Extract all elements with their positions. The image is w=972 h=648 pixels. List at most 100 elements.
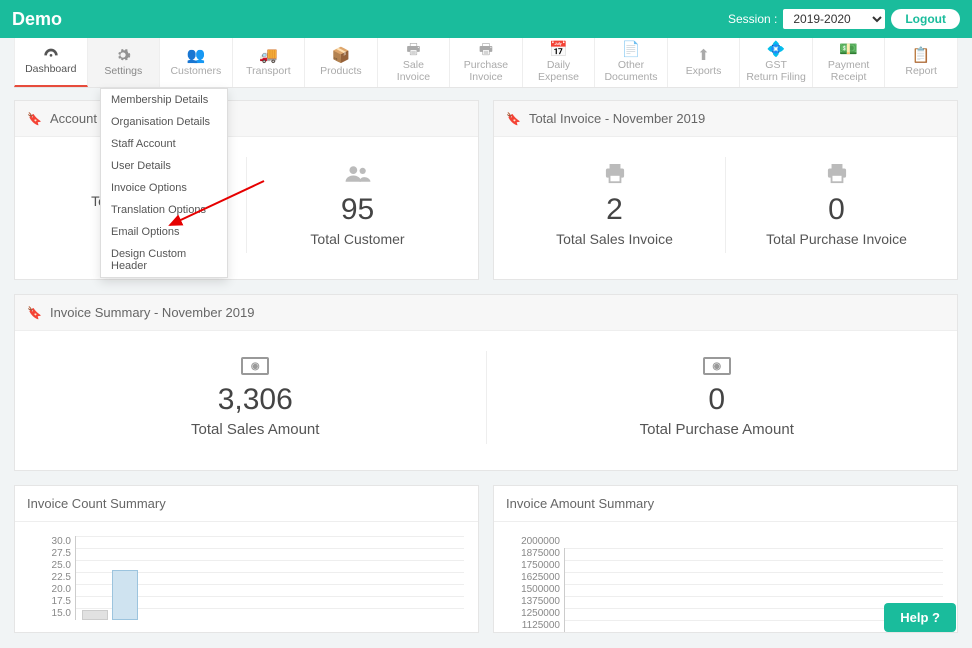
- panel-title: Invoice Count Summary: [27, 496, 166, 511]
- nav-payment[interactable]: 💵 Payment Receipt: [813, 38, 886, 87]
- stat-sales-invoice: 2 Total Sales Invoice: [504, 157, 726, 253]
- nav-label: Sale: [403, 59, 424, 71]
- nav-daily-expense[interactable]: 📅 Daily Expense: [523, 38, 596, 87]
- nav-exports[interactable]: ⬆ Exports: [668, 38, 741, 87]
- nav-label: Report: [905, 65, 937, 77]
- users-icon: 👥: [186, 48, 205, 63]
- document-icon: 📄: [622, 42, 641, 57]
- y-tick: 1125000: [508, 620, 564, 632]
- stat-label: Total Purchase Amount: [491, 421, 944, 438]
- money-icon: ◉: [703, 357, 731, 375]
- nav-label: Customers: [170, 65, 221, 77]
- dd-staff-account[interactable]: Staff Account: [101, 133, 227, 155]
- nav-sale-invoice[interactable]: 🖶 Sale Invoice: [378, 38, 451, 87]
- panel-title: Total Invoice - November 2019: [529, 111, 705, 126]
- export-icon: ⬆: [697, 48, 710, 63]
- panel-title: Invoice Summary - November 2019: [50, 305, 254, 320]
- y-tick: 30.0: [29, 536, 75, 548]
- nav-label: GST: [765, 59, 787, 71]
- nav-purchase-invoice[interactable]: 🖶 Purchase Invoice: [450, 38, 523, 87]
- settings-dropdown: Membership Details Organisation Details …: [100, 88, 228, 278]
- bookmark-icon: 🔖: [506, 112, 521, 126]
- print-icon: [730, 163, 943, 185]
- nav-label2: Documents: [604, 71, 657, 83]
- y-tick: 22.5: [29, 572, 75, 584]
- stat-value: 2: [508, 193, 721, 227]
- dd-design-custom-header[interactable]: Design Custom Header: [101, 243, 227, 277]
- nav-label: Transport: [246, 65, 291, 77]
- chart-bar: [112, 570, 138, 620]
- stat-purchase-invoice: 0 Total Purchase Invoice: [726, 157, 947, 253]
- dd-email-options[interactable]: Email Options: [101, 221, 227, 243]
- panel-account-summary: 🔖Account Summary Total Products 95 Total…: [14, 100, 479, 280]
- nav-label2: Invoice: [469, 71, 502, 83]
- nav-dashboard[interactable]: Dashboard: [14, 38, 88, 87]
- nav-label2: Invoice: [397, 71, 430, 83]
- dd-membership-details[interactable]: Membership Details: [101, 89, 227, 111]
- money-icon: ◉: [241, 357, 269, 375]
- invoice-count-chart: 30.0 27.5 25.0 22.5 20.0 17.5 15.0: [15, 522, 478, 620]
- nav-label2: Return Filing: [746, 71, 806, 83]
- dd-user-details[interactable]: User Details: [101, 155, 227, 177]
- main-nav: Dashboard Settings 👥 Customers 🚚 Transpo…: [14, 38, 958, 88]
- stat-total-sales-amount: ◉ 3,306 Total Sales Amount: [25, 351, 487, 444]
- stat-label: Total Customer: [251, 231, 464, 247]
- y-tick: 1750000: [508, 560, 564, 572]
- nav-settings[interactable]: Settings: [88, 38, 161, 87]
- tax-icon: 💠: [767, 42, 786, 57]
- bookmark-icon: 🔖: [27, 306, 42, 320]
- y-tick: 1250000: [508, 608, 564, 620]
- print-icon: 🖶: [479, 42, 493, 57]
- nav-gst[interactable]: 💠 GST Return Filing: [740, 38, 813, 87]
- stat-label: Total Sales Invoice: [508, 231, 721, 247]
- nav-transport[interactable]: 🚚 Transport: [233, 38, 306, 87]
- nav-customers[interactable]: 👥 Customers: [160, 38, 233, 87]
- dd-translation-options[interactable]: Translation Options: [101, 199, 227, 221]
- panel-total-invoice: 🔖 Total Invoice - November 2019 2 Total S…: [493, 100, 958, 280]
- logout-button[interactable]: Logout: [891, 9, 960, 29]
- dd-organisation-details[interactable]: Organisation Details: [101, 111, 227, 133]
- nav-other-docs[interactable]: 📄 Other Documents: [595, 38, 668, 87]
- y-tick: 1875000: [508, 548, 564, 560]
- nav-label: Payment: [828, 59, 869, 71]
- stat-label: Total Purchase Invoice: [730, 231, 943, 247]
- brand-title: Demo: [12, 9, 62, 30]
- y-tick: 27.5: [29, 548, 75, 560]
- y-tick: 1500000: [508, 584, 564, 596]
- session-label: Session :: [728, 12, 777, 26]
- nav-label: Purchase: [464, 59, 508, 71]
- y-tick: 1625000: [508, 572, 564, 584]
- help-button[interactable]: Help ?: [884, 603, 956, 632]
- y-tick: 25.0: [29, 560, 75, 572]
- session-select[interactable]: 2019-2020: [783, 9, 885, 29]
- nav-label: Exports: [686, 65, 722, 77]
- nav-products[interactable]: 📦 Products: [305, 38, 378, 87]
- dashboard-icon: [43, 47, 59, 61]
- nav-label: Daily: [547, 59, 570, 71]
- stat-label: Total Sales Amount: [29, 421, 482, 438]
- stat-value: 95: [251, 193, 464, 227]
- stat-total-customer: 95 Total Customer: [247, 157, 468, 253]
- y-tick: 17.5: [29, 596, 75, 608]
- panel-invoice-summary: 🔖 Invoice Summary - November 2019 ◉ 3,306…: [14, 294, 958, 471]
- panel-invoice-count: Invoice Count Summary 30.0 27.5 25.0 22.…: [14, 485, 479, 633]
- gear-icon: [115, 47, 131, 63]
- report-icon: 📋: [912, 48, 931, 63]
- stat-total-purchase-amount: ◉ 0 Total Purchase Amount: [487, 351, 948, 444]
- dd-invoice-options[interactable]: Invoice Options: [101, 177, 227, 199]
- panel-title: Invoice Amount Summary: [506, 496, 654, 511]
- topbar: Demo Session : 2019-2020 Logout: [0, 0, 972, 38]
- y-tick: 2000000: [508, 536, 564, 548]
- stat-value: 0: [491, 383, 944, 417]
- stat-value: 0: [730, 193, 943, 227]
- nav-label: Products: [320, 65, 361, 77]
- bookmark-icon: 🔖: [27, 112, 42, 126]
- topbar-right: Session : 2019-2020 Logout: [728, 9, 960, 29]
- box-icon: 📦: [332, 48, 351, 63]
- chart-bar: [82, 610, 108, 620]
- y-tick: 20.0: [29, 584, 75, 596]
- nav-report[interactable]: 📋 Report: [885, 38, 958, 87]
- stat-value: 3,306: [29, 383, 482, 417]
- users-icon: [251, 163, 464, 185]
- nav-label: Dashboard: [25, 63, 76, 75]
